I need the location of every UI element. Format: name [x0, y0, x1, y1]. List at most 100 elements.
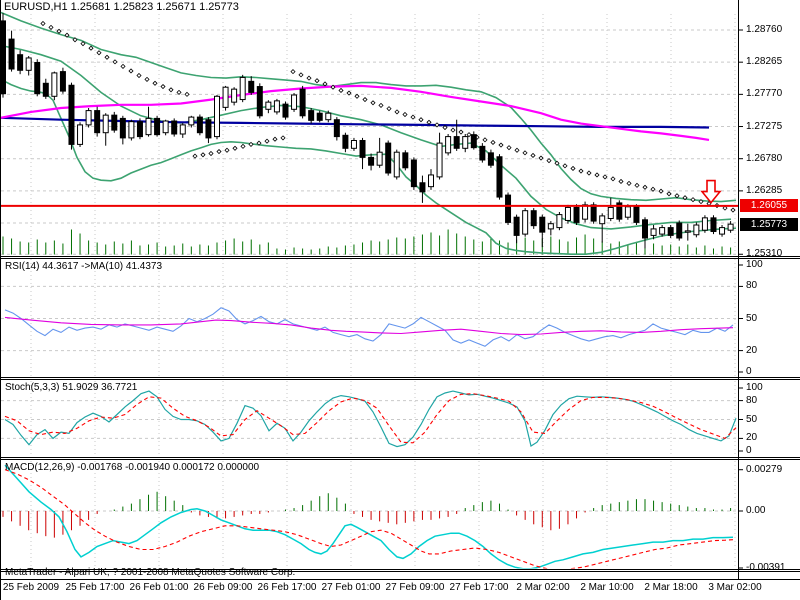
candle-bullish	[102, 114, 109, 134]
rsi-panel[interactable]	[1, 259, 738, 376]
candle-bullish	[693, 224, 700, 236]
candle-bearish	[68, 84, 75, 145]
stoch-tick-label: 100	[746, 382, 763, 393]
bollinger-middle-line	[1, 44, 732, 230]
sar-dot	[128, 68, 134, 74]
price-tick-label: 1.26780	[746, 152, 783, 164]
candle-bearish	[8, 38, 15, 70]
candle-bearish	[402, 152, 409, 169]
rsi-tick-label: 80	[746, 280, 758, 292]
sar-dot	[160, 83, 166, 90]
sar-dot	[594, 172, 600, 178]
sar-dot	[144, 76, 150, 82]
sar-dot	[410, 114, 416, 120]
sar-dot	[168, 87, 174, 93]
sar-dot	[530, 152, 536, 159]
last-price-badge: 1.25773	[740, 217, 798, 231]
macd-panel[interactable]	[1, 461, 738, 570]
sar-dot	[290, 69, 296, 75]
price-tick-label: 1.27770	[746, 88, 783, 100]
sar-dot	[458, 129, 464, 135]
candle-bullish	[376, 151, 383, 166]
sar-dot	[506, 145, 512, 151]
macd-tick-label: 0.00279	[746, 463, 783, 475]
sar-dot	[394, 109, 400, 115]
candle-bullish	[727, 223, 734, 231]
candle-bearish	[496, 156, 503, 198]
sar-dot	[208, 150, 214, 157]
sar-dot	[514, 147, 520, 153]
sar-dot	[306, 75, 312, 81]
candle-bearish	[487, 152, 494, 166]
candle-bearish	[1, 20, 6, 95]
candle-bullish	[599, 215, 606, 225]
sar-dot	[224, 147, 230, 153]
sar-dot	[578, 168, 584, 174]
candle-bullish	[462, 136, 469, 149]
chart-title: EURUSD,H1 1.25681 1.25823 1.25671 1.2577…	[4, 1, 239, 13]
candle-bearish	[59, 71, 66, 92]
sar-dot	[602, 174, 608, 180]
sar-dot	[482, 137, 488, 143]
sar-dot	[538, 155, 544, 161]
sar-dot	[112, 59, 118, 65]
candle-bearish	[248, 80, 255, 93]
candle-bearish	[171, 120, 178, 135]
candle-bullish	[582, 204, 589, 220]
sar-dot	[546, 158, 552, 164]
candle-bearish	[642, 219, 648, 239]
rsi-tick-label: 50	[746, 312, 758, 324]
candle-bearish	[676, 222, 683, 239]
sar-dot	[666, 191, 672, 197]
candle-bearish	[530, 210, 537, 227]
candle-bearish	[308, 110, 315, 121]
bollinger-upper-line	[1, 11, 737, 203]
hline-price-badge: 1.26055	[740, 199, 798, 213]
sar-dot	[466, 132, 472, 138]
panel-separator[interactable]	[1, 256, 800, 259]
candle-bearish	[333, 119, 340, 138]
candle-bearish	[205, 119, 212, 139]
candle-bearish	[94, 110, 101, 134]
candle-bullish	[701, 217, 708, 231]
sar-dot	[40, 20, 46, 27]
main-panel[interactable]	[1, 11, 738, 256]
sar-dot	[386, 106, 392, 112]
sar-dot	[120, 63, 126, 69]
sar-dot	[314, 78, 320, 84]
macd-tick-label: 0.00	[746, 505, 766, 516]
sar-dot	[378, 102, 384, 108]
sar-dot	[88, 45, 94, 51]
candle-bearish	[136, 121, 143, 138]
candle-bearish	[299, 88, 306, 117]
candle-bullish	[162, 120, 169, 134]
candle-bullish	[719, 227, 726, 235]
candle-bullish	[684, 230, 691, 233]
candle-bullish	[231, 88, 238, 103]
candle-bullish	[265, 101, 272, 110]
price-tick-label: 1.28760	[746, 24, 783, 35]
stoch-tick-label: 50	[746, 413, 758, 425]
sar-dot	[426, 119, 432, 125]
sar-dot	[658, 188, 664, 194]
macd-line	[4, 464, 734, 569]
candle-bearish	[453, 136, 460, 149]
chart-canvas[interactable]	[1, 0, 800, 600]
candle-bullish	[273, 100, 280, 113]
candle-bullish	[222, 86, 229, 108]
sell-signal-down-arrow-icon	[700, 179, 722, 204]
candle-bullish	[214, 95, 220, 138]
price-tick-label: 1.28265	[746, 56, 783, 68]
candle-bearish	[119, 117, 126, 139]
candle-bullish	[445, 136, 452, 154]
sar-dot	[200, 152, 206, 158]
candle-bearish	[282, 103, 289, 118]
candle-bearish	[342, 134, 349, 149]
price-tick-label: 1.26285	[746, 184, 783, 196]
stoch-tick-label: 20	[746, 432, 758, 444]
price-tick-label: 1.27275	[746, 120, 783, 132]
sar-dot	[690, 197, 696, 203]
panel-separator[interactable]	[1, 457, 800, 460]
sar-dot	[176, 89, 182, 95]
panel-separator[interactable]	[1, 377, 800, 380]
